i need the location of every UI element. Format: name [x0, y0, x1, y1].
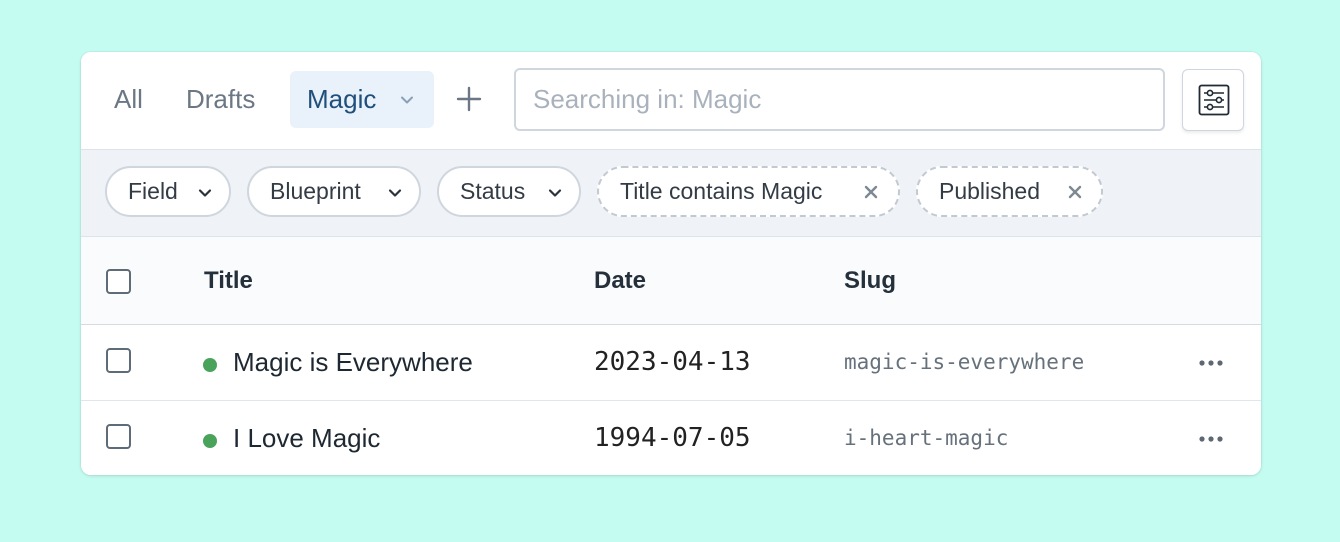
search-input[interactable]: [514, 68, 1165, 131]
chevron-down-icon[interactable]: [400, 93, 414, 107]
table-row: I Love Magic 1994-07-05 i-heart-magic: [81, 401, 1261, 475]
field-filter-label: Field: [128, 178, 178, 204]
column-header-title[interactable]: Title: [204, 237, 253, 324]
title-contains-filter-label: Title contains Magic: [620, 178, 823, 204]
table-row: Magic is Everywhere 2023-04-13 magic-is-…: [81, 325, 1261, 401]
chevron-down-icon: [548, 189, 562, 197]
entry-slug: i-heart-magic: [844, 426, 1009, 450]
status-filter-button[interactable]: Status: [437, 166, 581, 217]
published-filter-label: Published: [939, 178, 1041, 204]
blueprint-filter-label: Blueprint: [270, 178, 361, 204]
select-all-checkbox[interactable]: [106, 269, 131, 294]
column-header-date[interactable]: Date: [594, 237, 646, 324]
title-contains-filter[interactable]: Title contains Magic: [597, 166, 900, 217]
blueprint-filter-button[interactable]: Blueprint: [247, 166, 421, 217]
chevron-down-icon: [388, 189, 402, 197]
published-status-dot: [203, 434, 217, 448]
entry-date: 2023-04-13: [594, 347, 751, 377]
published-filter[interactable]: Published: [916, 166, 1103, 217]
column-header-slug[interactable]: Slug: [844, 237, 896, 324]
entry-title-link[interactable]: I Love Magic: [233, 401, 380, 475]
filter-settings-button[interactable]: [1182, 69, 1244, 131]
tab-all[interactable]: All: [114, 71, 143, 128]
chevron-down-icon: [198, 189, 212, 197]
close-icon[interactable]: [1067, 184, 1083, 200]
sliders-icon: [1198, 84, 1230, 116]
entry-title-link[interactable]: Magic is Everywhere: [233, 325, 473, 400]
plus-icon[interactable]: [455, 85, 483, 113]
entry-slug: magic-is-everywhere: [844, 350, 1085, 374]
row-checkbox[interactable]: [106, 424, 131, 449]
tab-magic[interactable]: Magic: [290, 71, 434, 128]
entry-date: 1994-07-05: [594, 423, 751, 453]
tab-magic-label: Magic: [307, 84, 377, 114]
field-filter-button[interactable]: Field: [105, 166, 231, 217]
more-horizontal-icon[interactable]: [1198, 355, 1224, 371]
close-icon[interactable]: [863, 184, 879, 200]
more-horizontal-icon[interactable]: [1198, 431, 1224, 447]
status-filter-label: Status: [460, 178, 526, 204]
toolbar: All Drafts Magic: [81, 52, 1261, 150]
entries-panel: All Drafts Magic Field: [81, 52, 1261, 475]
tab-drafts[interactable]: Drafts: [186, 71, 255, 128]
table-header: Title Date Slug: [81, 237, 1261, 325]
row-checkbox[interactable]: [106, 348, 131, 373]
published-status-dot: [203, 358, 217, 372]
filter-bar: Field Blueprint Status Title contains Ma…: [81, 150, 1261, 237]
